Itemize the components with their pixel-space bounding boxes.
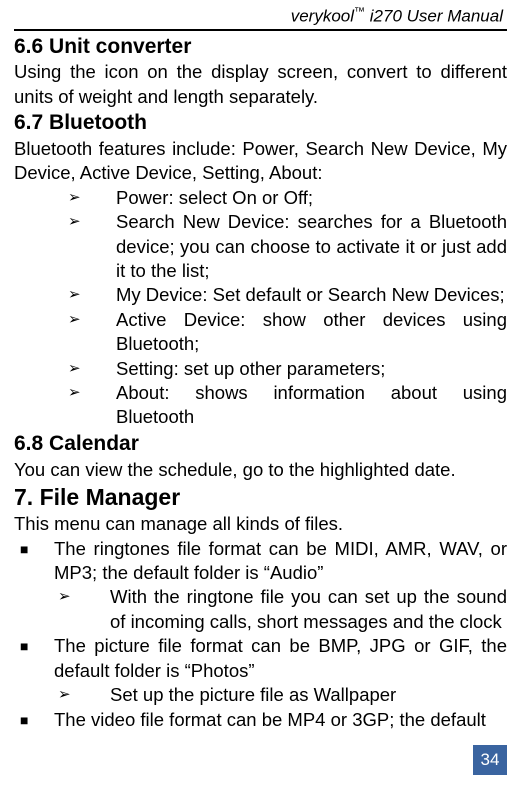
header-rule [14,29,507,31]
list-item: ■ The picture file format can be BMP, JP… [14,634,507,707]
list-item-text: Set up the picture file as Wallpaper [110,683,507,707]
list-item-body: The picture file format can be BMP, JPG … [54,634,507,707]
list-item: ➢ Search New Device: searches for a Blue… [60,210,507,283]
section-7-list: ■ The ringtones file format can be MIDI,… [14,537,507,732]
list-item-text: Setting: set up other parameters; [116,357,507,381]
section-66-body: Using the icon on the display screen, co… [14,60,507,109]
chevron-icon: ➢ [60,210,116,283]
list-item-text: Active Device: show other devices using … [116,308,507,357]
section-66-title: 6.6 Unit converter [14,33,507,61]
list-item: ➢ About: shows information about using B… [60,381,507,430]
chevron-icon: ➢ [60,186,116,210]
square-bullet-icon: ■ [14,537,54,635]
chevron-icon: ➢ [54,683,110,707]
section-67-list: ➢ Power: select On or Off; ➢ Search New … [60,186,507,430]
list-item-text: About: shows information about using Blu… [116,381,507,430]
list-item-text: My Device: Set default or Search New Dev… [116,283,507,307]
list-item: ➢ Setting: set up other parameters; [60,357,507,381]
product-name: i270 User Manual [365,7,503,26]
page-header: verykool™ i270 User Manual [14,6,507,29]
sub-list: ➢ With the ringtone file you can set up … [54,585,507,634]
list-item-text: With the ringtone file you can set up th… [110,585,507,634]
list-item: ■ The ringtones file format can be MIDI,… [14,537,507,635]
trademark-symbol: ™ [354,6,365,18]
list-item-body: The video file format can be MP4 or 3GP;… [54,708,507,732]
list-item-body: The ringtones file format can be MIDI, A… [54,537,507,635]
list-item: ➢ Power: select On or Off; [60,186,507,210]
list-item-text: Search New Device: searches for a Blueto… [116,210,507,283]
sub-list: ➢ Set up the picture file as Wallpaper [54,683,507,707]
page-content: 6.6 Unit converter Using the icon on the… [14,33,507,732]
page-number-badge: 34 [473,745,507,775]
list-item: ➢ Set up the picture file as Wallpaper [54,683,507,707]
list-item-text: The ringtones file format can be MIDI, A… [54,537,507,586]
list-item-text: Power: select On or Off; [116,186,507,210]
square-bullet-icon: ■ [14,634,54,707]
chevron-icon: ➢ [54,585,110,634]
manual-page: verykool™ i270 User Manual 6.6 Unit conv… [0,0,521,793]
section-7-intro: This menu can manage all kinds of files. [14,512,507,536]
brand-name: verykool [291,7,354,26]
list-item-text: The picture file format can be BMP, JPG … [54,634,507,683]
section-7-title: 7. File Manager [14,482,507,512]
section-67-title: 6.7 Bluetooth [14,109,507,137]
square-bullet-icon: ■ [14,708,54,732]
page-number: 34 [481,750,500,770]
list-item: ➢ Active Device: show other devices usin… [60,308,507,357]
list-item-text: The video file format can be MP4 or 3GP;… [54,708,507,732]
section-67-intro: Bluetooth features include: Power, Searc… [14,137,507,186]
list-item: ➢ With the ringtone file you can set up … [54,585,507,634]
section-68-title: 6.8 Calendar [14,430,507,458]
chevron-icon: ➢ [60,308,116,357]
section-68-body: You can view the schedule, go to the hig… [14,458,507,482]
list-item: ■ The video file format can be MP4 or 3G… [14,708,507,732]
chevron-icon: ➢ [60,283,116,307]
chevron-icon: ➢ [60,357,116,381]
list-item: ➢ My Device: Set default or Search New D… [60,283,507,307]
chevron-icon: ➢ [60,381,116,430]
